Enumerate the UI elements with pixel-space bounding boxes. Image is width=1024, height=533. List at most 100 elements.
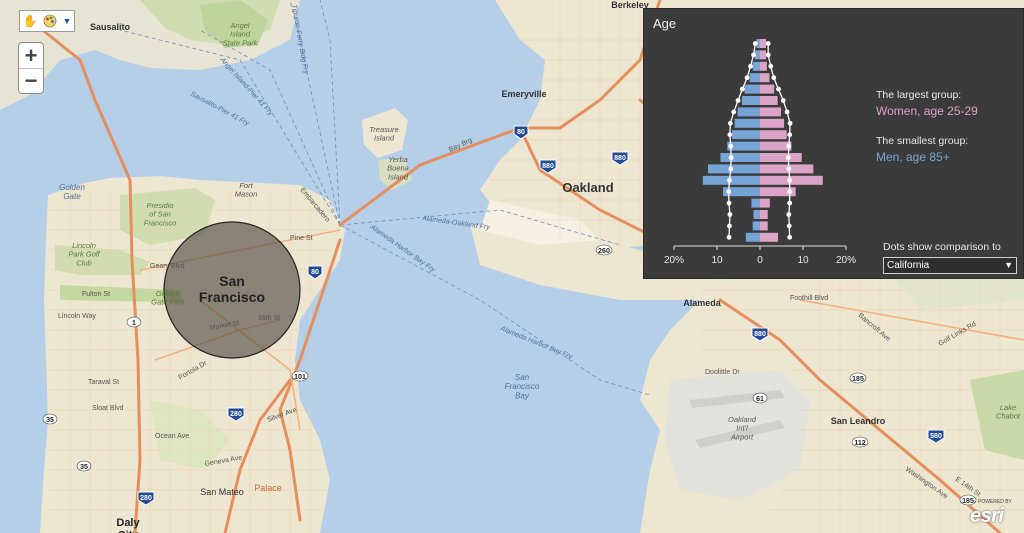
svg-text:280: 280: [230, 411, 242, 418]
comparison-dot-women-45-49: [787, 132, 793, 138]
road-sloat: Sloat Blvd: [92, 405, 124, 412]
comparison-dot-men-60-64: [735, 98, 741, 103]
shield-101: 101: [291, 370, 309, 382]
comparison-dot-women-80-84: [765, 52, 771, 58]
comparison-dot-men-80-84: [751, 52, 756, 58]
bar-women-35-39: [760, 153, 802, 162]
label-oakland: Oakland: [562, 180, 613, 195]
comparison-select[interactable]: California ▼: [883, 257, 1017, 274]
bar-men-65-69: [744, 84, 760, 94]
bar-women-55-59: [760, 107, 782, 117]
comparison-dot-women-60-64: [780, 98, 786, 103]
age-pyramid-chart: 20% 10 0 10 20%: [664, 39, 856, 266]
svg-text:880: 880: [542, 163, 554, 170]
comparison-dot-women-5-9: [786, 223, 792, 229]
age-panel: Age 20% 10 0 10 20% The largest group: Women…: [643, 8, 1024, 279]
bar-men-45-49: [732, 130, 760, 140]
road-geary: Geary Blvd: [150, 263, 185, 270]
map-toolbar: ✋ ▼: [19, 10, 75, 32]
comparison-dot-women-65-69: [776, 86, 781, 92]
comparison-dot-women-50-54: [787, 120, 793, 126]
comparison-dot-men-20-24: [726, 189, 732, 195]
bar-women-75-79: [760, 61, 767, 71]
road-doolittle: Doolittle Dr: [705, 369, 740, 376]
bar-women-60-64: [760, 96, 778, 105]
zoom-in-button[interactable]: +: [19, 43, 43, 68]
bar-men-55-59: [737, 107, 760, 117]
x-tick-label-1: 10: [711, 255, 723, 266]
comparison-dot-men-45-49: [727, 132, 733, 138]
comparison-dot-women-30-34: [786, 166, 792, 172]
smallest-group-label: The smallest group:: [876, 135, 969, 147]
bar-women-15-19: [760, 198, 770, 208]
comparison-dot-men-40-44: [728, 143, 734, 149]
shield-61: 61: [752, 392, 768, 404]
comparison-dot-women-20-24: [787, 189, 793, 195]
comparison-dot-women-0-4: [787, 234, 793, 240]
shield-35: 35: [42, 413, 58, 425]
svg-text:112: 112: [854, 440, 865, 447]
shield-35-b: 35: [76, 460, 92, 472]
svg-text:185: 185: [852, 376, 864, 383]
svg-text:1: 1: [132, 320, 136, 327]
comparison-dot-men-35-39: [728, 155, 734, 160]
bar-men-75-79: [752, 61, 760, 71]
comparison-dot-women-40-44: [786, 143, 792, 149]
comparison-dot-women-85+: [765, 41, 771, 46]
svg-text:80: 80: [517, 129, 525, 136]
svg-text:61: 61: [756, 396, 764, 403]
bar-women-65-69: [760, 84, 775, 94]
zoom-out-button[interactable]: −: [19, 68, 43, 93]
dots-comparison-note: Dots show comparison to: [883, 241, 1001, 253]
comparison-dot-women-25-29: [787, 177, 793, 183]
label-san-leandro: San Leandro: [831, 416, 886, 426]
comparison-dot-men-75-79: [748, 63, 753, 69]
label-daly-city: DalyCity: [116, 517, 140, 533]
comparison-dot-men-25-29: [727, 177, 732, 183]
shield-112: 112: [851, 436, 869, 448]
road-16th: 16th St: [258, 315, 280, 322]
bar-women-85+: [760, 39, 767, 48]
road-lincoln-way: Lincoln Way: [58, 313, 96, 320]
bar-men-70-74: [749, 73, 760, 83]
svg-text:101: 101: [294, 374, 306, 381]
comparison-dot-men-0-4: [726, 234, 732, 240]
bar-women-45-49: [760, 130, 787, 140]
shield-260: 260: [595, 244, 613, 256]
svg-text:280: 280: [140, 495, 152, 502]
palette-icon[interactable]: [40, 11, 60, 31]
shield-185: 185: [849, 372, 867, 384]
bar-men-10-14: [753, 210, 760, 219]
bar-women-0-4: [760, 232, 779, 242]
svg-text:580: 580: [930, 433, 942, 440]
road-ocean: Ocean Ave: [155, 433, 189, 440]
road-pine: Pine St: [290, 235, 313, 242]
smallest-group-value: Men, age 85+: [876, 150, 950, 164]
comparison-dot-women-15-19: [787, 200, 793, 206]
bar-men-30-34: [707, 164, 760, 174]
chevron-down-icon[interactable]: ▼: [60, 11, 74, 31]
comparison-dot-men-5-9: [727, 223, 732, 229]
hand-icon[interactable]: ✋: [20, 11, 40, 31]
svg-text:35: 35: [80, 464, 88, 471]
bar-men-60-64: [741, 96, 760, 105]
x-tick-label-4: 20%: [836, 255, 856, 266]
bar-men-0-4: [745, 232, 760, 242]
shield-1: 1: [126, 316, 142, 328]
comparison-dot-men-85+: [752, 41, 758, 46]
label-emeryville: Emeryville: [501, 89, 546, 99]
svg-text:35: 35: [46, 417, 54, 424]
comparison-dot-women-10-14: [786, 212, 792, 217]
comparison-dot-women-55-59: [784, 109, 790, 115]
svg-text:80: 80: [311, 269, 319, 276]
road-foothill: Foothill Blvd: [790, 295, 828, 302]
label-palace: Palace: [254, 483, 282, 493]
bar-women-80-84: [760, 50, 767, 60]
bar-men-35-39: [720, 153, 760, 162]
bar-men-5-9: [752, 221, 760, 231]
comparison-dot-men-30-34: [728, 166, 734, 172]
comparison-dot-men-10-14: [727, 212, 733, 217]
esri-logo[interactable]: esri: [970, 505, 1004, 528]
x-tick-label-2: 0: [757, 255, 763, 266]
label-yerba-buena: Yerba Buena Island: [387, 155, 409, 181]
